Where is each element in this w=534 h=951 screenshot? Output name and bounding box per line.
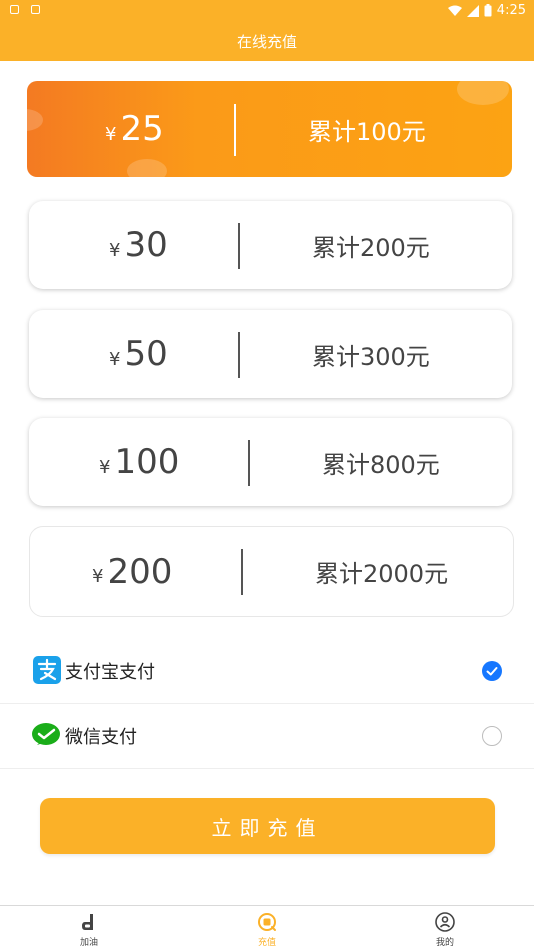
card-divider	[234, 104, 236, 156]
decor-bubble	[457, 81, 509, 105]
payment-radio-checked[interactable]	[482, 661, 502, 681]
currency-symbol: ¥	[99, 456, 111, 478]
amount-option-200[interactable]: ¥ 200 累计2000元	[29, 526, 514, 617]
amount-option-30[interactable]: ¥ 30 累计200元	[29, 201, 512, 289]
cumulative-label: 累计2000元	[315, 560, 449, 588]
cumulative-label: 累计200元	[312, 233, 430, 262]
tab-label: 充值	[257, 938, 276, 948]
bottom-tab-bar: 加油 充值 我的	[0, 905, 534, 951]
status-time: 4:25	[496, 3, 526, 18]
card-divider	[238, 223, 240, 269]
amount-value: ¥ 200	[92, 527, 172, 616]
payment-label: 支付宝支付	[65, 662, 155, 683]
tab-label: 我的	[435, 938, 454, 948]
notification-icon-2	[31, 5, 40, 14]
currency-symbol: ¥	[105, 123, 117, 145]
payment-option-alipay[interactable]: 支付宝支付	[0, 639, 534, 704]
amount-number: 200	[107, 551, 173, 592]
tab-fuel[interactable]: 加油	[29, 906, 149, 951]
currency-symbol: ¥	[109, 239, 121, 261]
tab-recharge[interactable]: 充值	[207, 906, 327, 951]
decor-bubble	[27, 109, 43, 131]
cumulative-label: 累计800元	[322, 450, 440, 479]
notification-icon	[10, 5, 19, 14]
amount-value: ¥ 100	[99, 418, 179, 506]
payment-radio-unchecked[interactable]	[482, 726, 502, 746]
currency-symbol: ¥	[109, 348, 121, 370]
amount-value: ¥ 30	[109, 201, 168, 289]
amount-value: ¥ 25	[105, 81, 164, 177]
battery-icon	[484, 4, 492, 17]
cumulative-label: 累计300元	[312, 342, 430, 371]
wechat-icon	[32, 723, 60, 745]
card-divider	[248, 440, 250, 486]
page-title: 在线充值	[236, 33, 297, 51]
recharge-icon	[258, 913, 276, 931]
profile-icon	[435, 912, 455, 932]
amount-value: ¥ 50	[109, 310, 168, 398]
wifi-icon	[447, 5, 462, 16]
amount-option-25[interactable]: ¥ 25 累计100元	[27, 81, 512, 177]
tab-label: 加油	[79, 938, 98, 948]
recharge-button[interactable]: 立即充值	[40, 798, 495, 854]
amount-option-100[interactable]: ¥ 100 累计800元	[29, 418, 512, 506]
amount-number: 25	[120, 109, 164, 149]
amount-number: 100	[114, 442, 180, 482]
payment-label: 微信支付	[65, 727, 137, 748]
amount-option-50[interactable]: ¥ 50 累计300元	[29, 310, 512, 398]
amount-number: 50	[124, 334, 168, 374]
signal-icon	[466, 4, 479, 17]
payment-option-wechat[interactable]: 微信支付	[0, 704, 534, 769]
check-icon	[486, 667, 498, 676]
tab-profile[interactable]: 我的	[385, 906, 505, 951]
card-divider	[241, 549, 243, 595]
alipay-icon	[33, 656, 61, 684]
app-header: 4:25 在线充值	[0, 0, 534, 61]
status-bar: 4:25	[0, 0, 534, 24]
card-divider	[238, 332, 240, 378]
cumulative-label: 累计100元	[308, 117, 426, 146]
amount-number: 30	[124, 225, 168, 265]
fuel-icon	[82, 914, 93, 930]
currency-symbol: ¥	[92, 566, 104, 587]
